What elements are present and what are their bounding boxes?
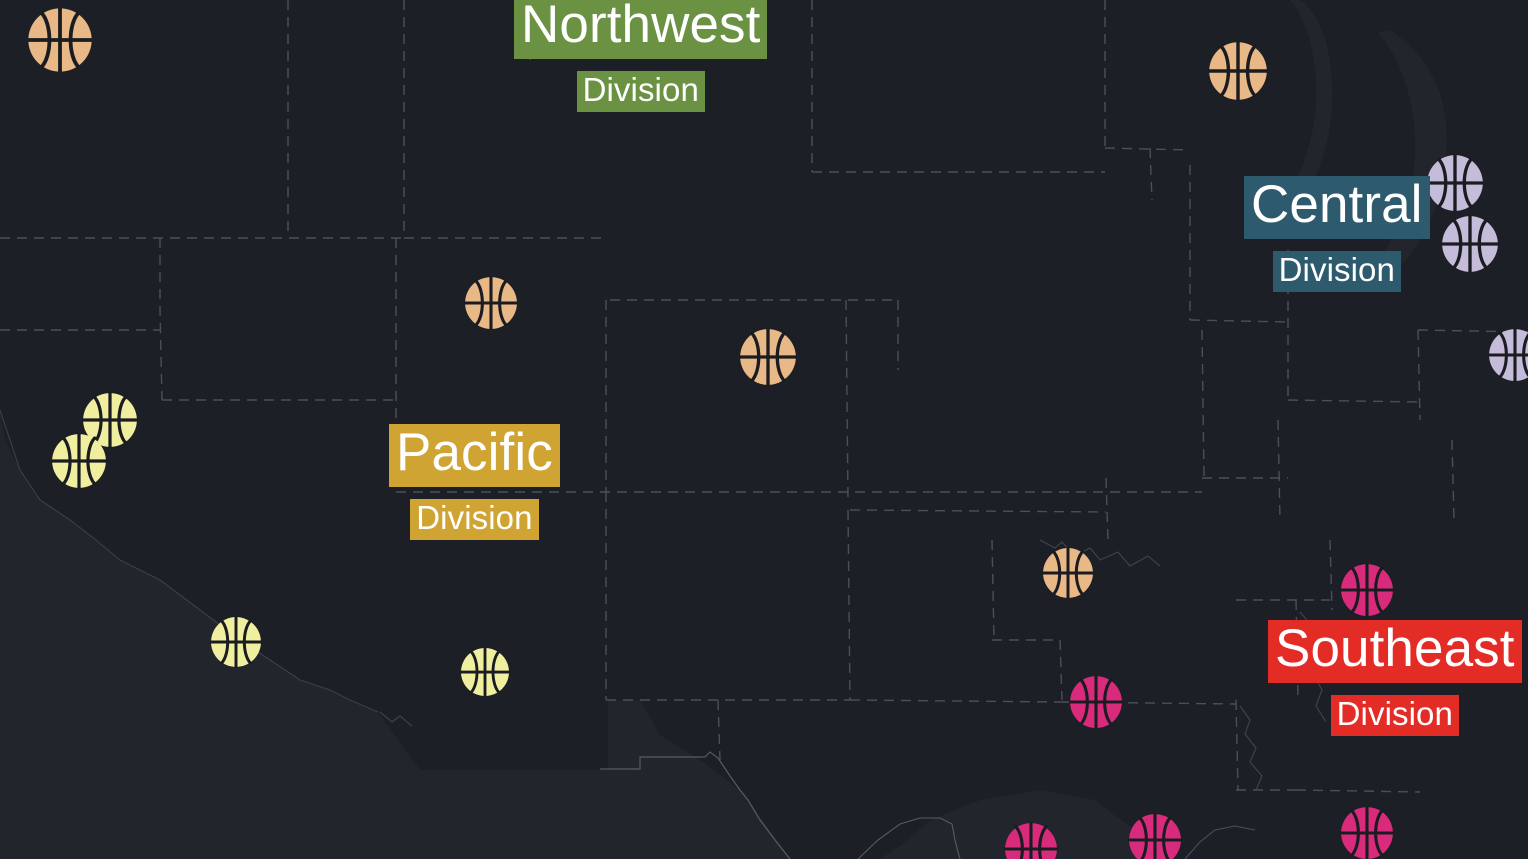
division-subtitle: Division bbox=[576, 70, 705, 113]
basketball-marker-icon[interactable] bbox=[1440, 214, 1500, 274]
division-map[interactable]: Northwest Division Pacific Division Central D… bbox=[0, 0, 1528, 859]
division-label-pacific[interactable]: Pacific Division bbox=[389, 424, 560, 541]
division-name: Northwest bbox=[514, 0, 768, 59]
division-name: Pacific bbox=[389, 424, 560, 487]
basketball-marker-icon[interactable] bbox=[1127, 812, 1183, 859]
basketball-marker-icon[interactable] bbox=[1425, 153, 1485, 213]
basketball-marker-icon[interactable] bbox=[1041, 546, 1095, 600]
basketball-marker-icon[interactable] bbox=[1003, 821, 1059, 859]
division-subtitle: Division bbox=[1330, 694, 1459, 737]
division-name: Southeast bbox=[1268, 620, 1522, 683]
division-subtitle: Division bbox=[410, 498, 539, 541]
division-name: Central bbox=[1244, 176, 1430, 239]
basketball-marker-icon[interactable] bbox=[1339, 805, 1395, 859]
basketball-marker-icon[interactable] bbox=[1207, 40, 1269, 102]
division-subtitle-row: Division bbox=[514, 70, 767, 113]
basketball-marker-icon[interactable] bbox=[463, 275, 519, 331]
division-label-northwest[interactable]: Northwest Division bbox=[514, 0, 768, 113]
basketball-marker-icon[interactable] bbox=[1068, 674, 1124, 730]
basketball-marker-icon[interactable] bbox=[209, 615, 263, 669]
basketball-marker-icon[interactable] bbox=[1487, 327, 1528, 383]
division-subtitle-row: Division bbox=[1268, 694, 1522, 737]
division-subtitle-row: Division bbox=[1244, 250, 1430, 293]
division-subtitle-row: Division bbox=[389, 498, 560, 541]
basketball-marker-icon[interactable] bbox=[50, 432, 108, 490]
basketball-marker-icon[interactable] bbox=[1339, 562, 1395, 618]
basketball-marker-icon[interactable] bbox=[738, 327, 798, 387]
basketball-marker-icon[interactable] bbox=[459, 646, 511, 698]
division-label-central[interactable]: Central Division bbox=[1244, 176, 1430, 293]
basketball-marker-icon[interactable] bbox=[26, 6, 94, 74]
division-subtitle: Division bbox=[1272, 250, 1401, 293]
division-label-southeast[interactable]: Southeast Division bbox=[1268, 620, 1522, 737]
